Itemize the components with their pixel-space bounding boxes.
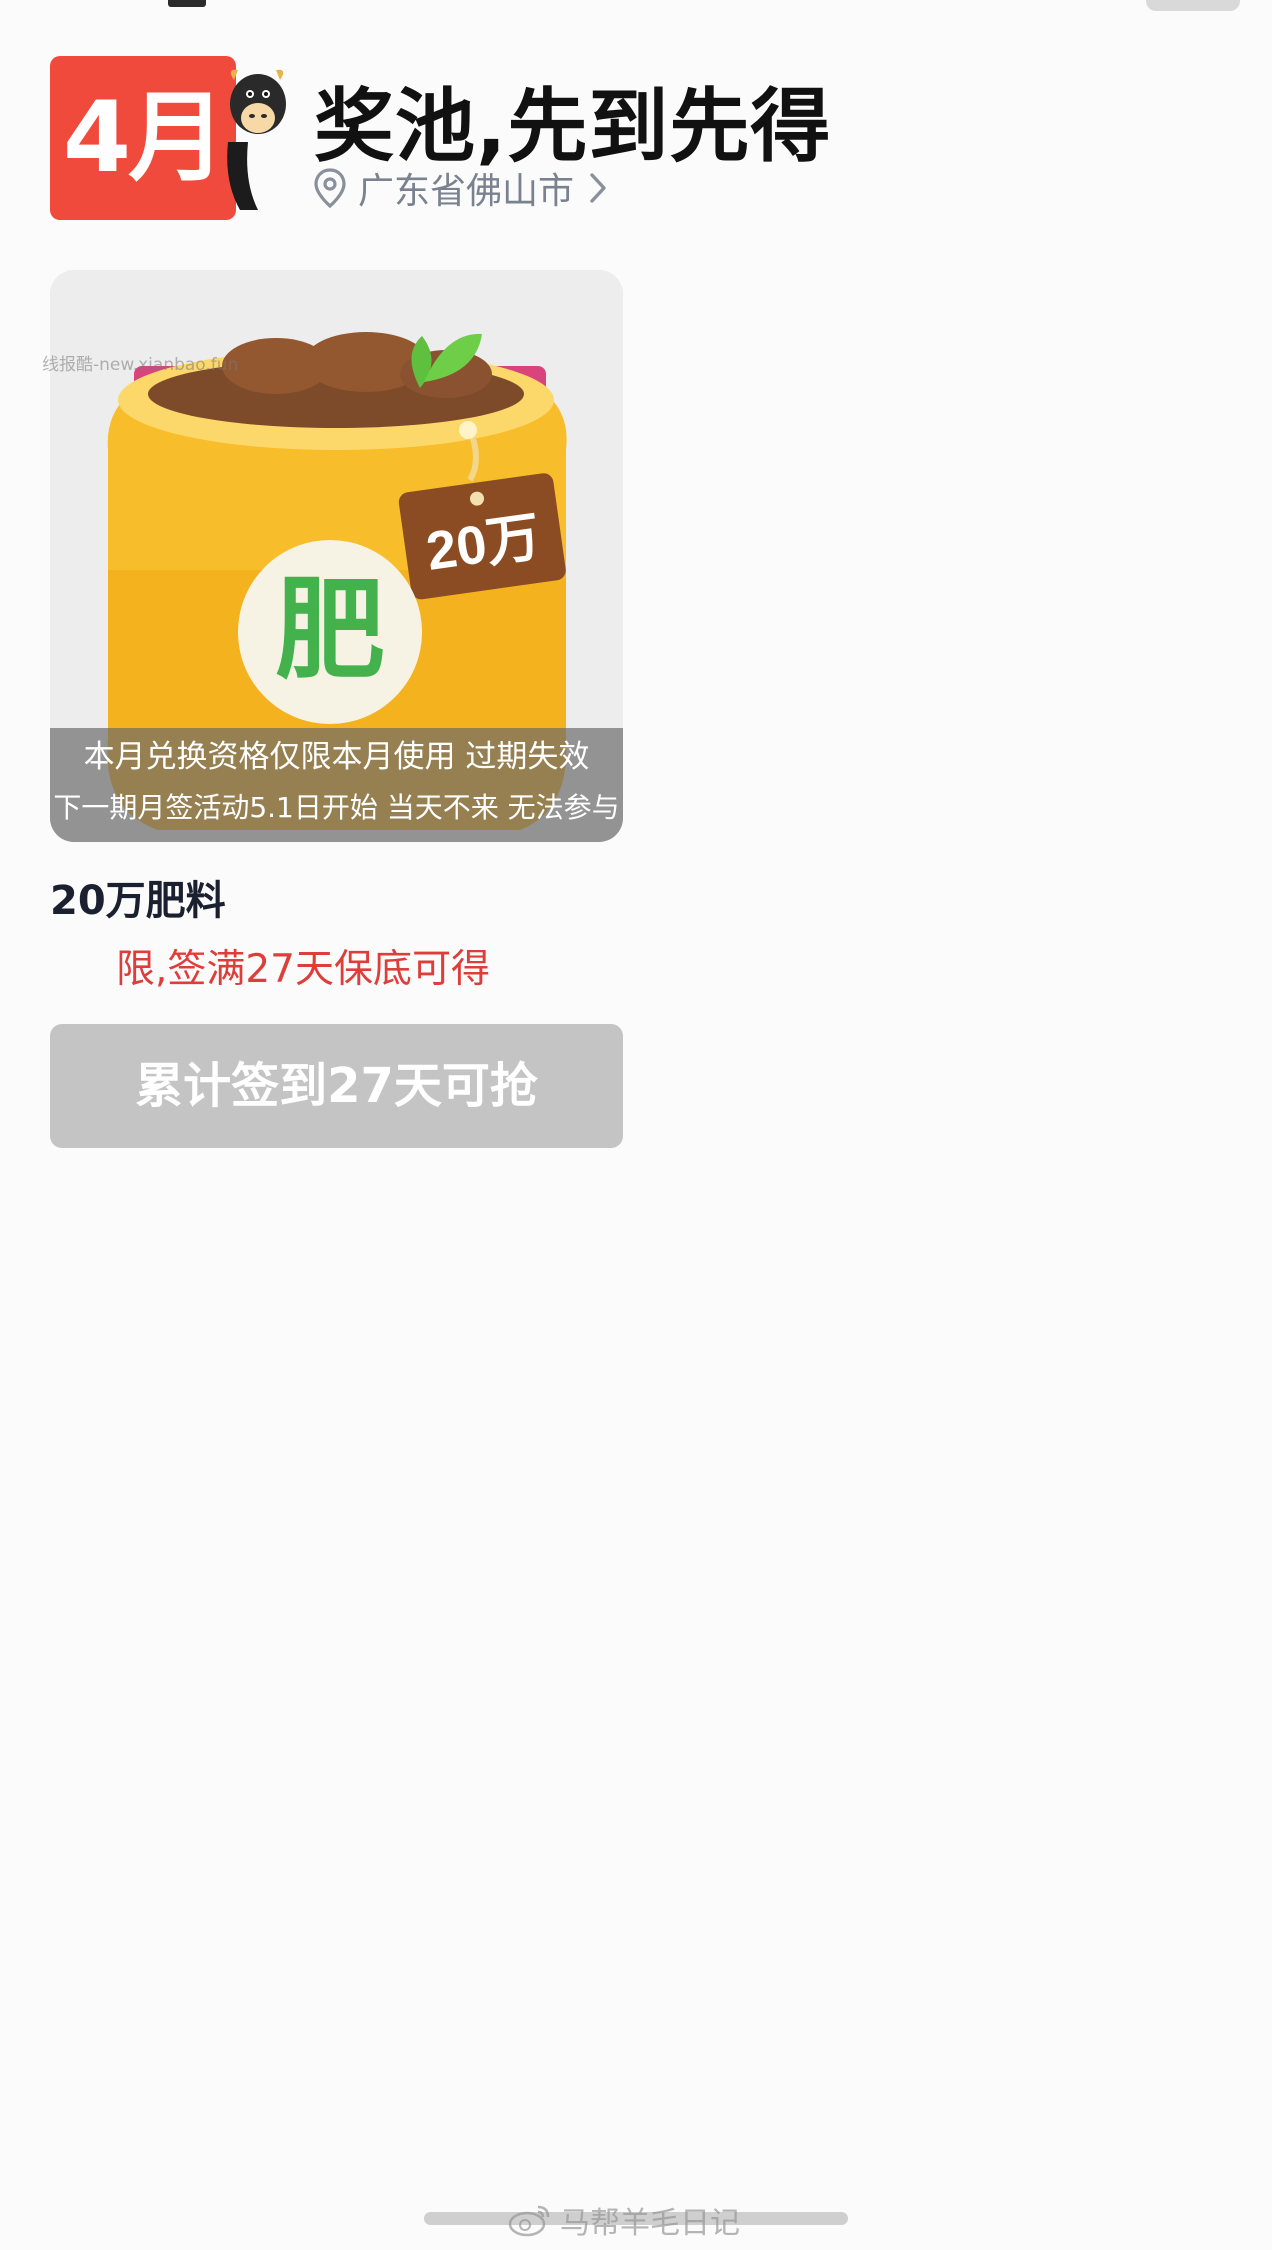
prize-description: 限,签满27天保底可得 xyxy=(50,938,490,994)
watermark-text: 线报酷-new.xianbao.fun xyxy=(42,355,239,375)
location-label: 广东省佛山市 xyxy=(358,171,575,212)
expiry-notice: 本月兑换资格仅限本月使用 过期失效 下一期月签活动5.1日开始 当天不来 无法参… xyxy=(50,728,623,842)
notice-line-1: 本月兑换资格仅限本月使用 过期失效 xyxy=(83,739,590,775)
location-selector[interactable]: 广东省佛山市 xyxy=(312,160,608,216)
notice-line-2: 下一期月签活动5.1日开始 当天不来 无法参与 xyxy=(53,791,620,824)
location-pin-icon xyxy=(314,168,346,209)
claim-button[interactable]: 累计签到27天可抢 xyxy=(50,1024,623,1148)
top-indicator xyxy=(168,0,206,7)
chevron-right-icon xyxy=(590,173,606,203)
bottom-watermark-text: 马帮羊毛日记 xyxy=(560,2206,740,2241)
prize-description-text: 限,签满27天保底可得 xyxy=(115,947,490,992)
top-right-tab[interactable] xyxy=(1146,0,1240,11)
prize-name: 20万肥料 xyxy=(50,878,226,924)
bag-label-text: 肥 xyxy=(275,566,385,694)
bottom-watermark: 马帮羊毛日记 xyxy=(508,2190,740,2250)
weibo-icon xyxy=(508,2205,550,2237)
mascot-icon xyxy=(227,69,286,210)
month-badge: 4月 xyxy=(50,56,236,220)
